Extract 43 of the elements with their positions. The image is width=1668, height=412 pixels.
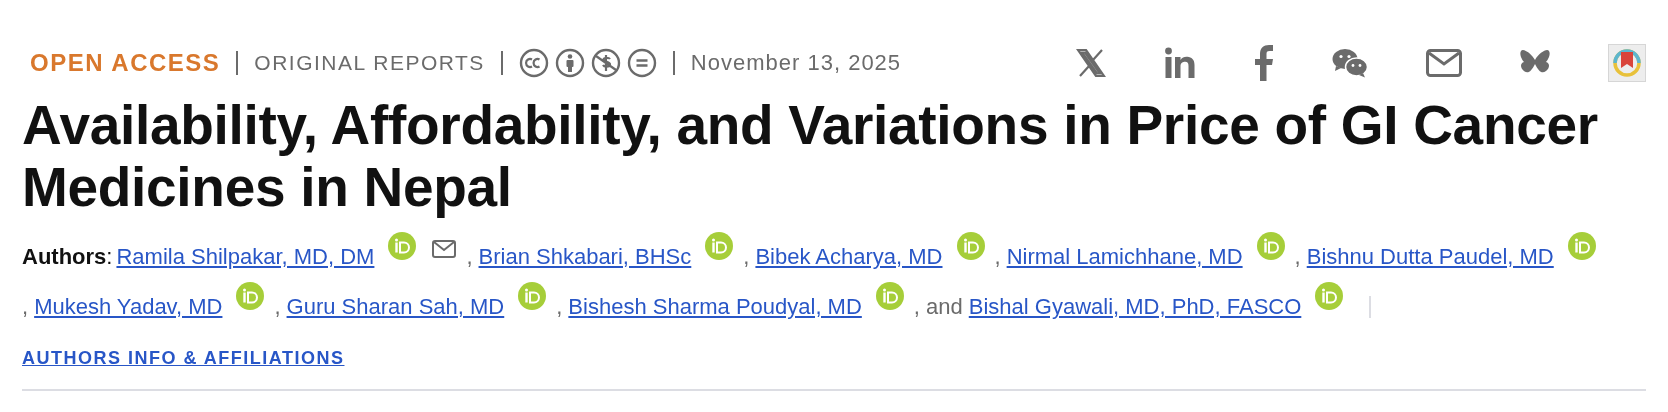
authors-label: Authors: <box>22 244 113 269</box>
envelope-icon[interactable] <box>1426 49 1462 77</box>
orcid-icon[interactable] <box>236 282 265 310</box>
author-link[interactable]: Nirmal Lamichhane, MD <box>1006 244 1243 269</box>
orcid-icon[interactable] <box>956 232 985 260</box>
facebook-icon[interactable] <box>1254 45 1274 81</box>
orcid-icon[interactable] <box>1567 232 1596 260</box>
author-separator: , and <box>913 294 963 319</box>
open-access-label: OPEN ACCESS <box>30 49 221 77</box>
article-title: Availability, Affordability, and Variations in Price of GI Cancer Medicines in Nepal <box>22 94 1599 218</box>
orcid-icon[interactable] <box>705 232 734 260</box>
orcid-icon[interactable] <box>875 282 904 310</box>
author-separator: , <box>743 244 750 269</box>
author-separator: , <box>22 294 29 319</box>
equals-icon <box>626 48 657 78</box>
author-separator: , <box>274 294 281 319</box>
author-link[interactable]: Ramila Shilpakar, MD, DM <box>116 244 375 269</box>
author-link[interactable]: Brian Shkabari, BHSc <box>478 244 692 269</box>
section-label: ORIGINAL REPORTS <box>254 51 485 75</box>
orcid-icon[interactable] <box>388 232 417 260</box>
author-link[interactable]: Guru Sharan Sah, MD <box>286 294 505 319</box>
envelope-icon[interactable] <box>432 240 457 258</box>
author-separator: , <box>994 244 1001 269</box>
orcid-icon[interactable] <box>518 282 547 310</box>
orcid-icon[interactable] <box>1315 282 1344 310</box>
author-link[interactable]: Bibek Acharya, MD <box>755 244 943 269</box>
author-link[interactable]: Bishnu Dutta Paudel, MD <box>1306 244 1554 269</box>
author-link[interactable]: Mukesh Yadav, MD <box>34 294 223 319</box>
author-separator: , <box>556 294 563 319</box>
orcid-icon[interactable] <box>1256 232 1285 260</box>
chat-bubbles-icon[interactable] <box>1332 48 1368 78</box>
author-separator: , <box>1294 244 1301 269</box>
linkedin-icon[interactable] <box>1164 47 1196 79</box>
person-icon <box>554 48 585 78</box>
x-logo-icon[interactable] <box>1076 49 1106 77</box>
author-link[interactable]: Bishesh Sharma Poudyal, MD <box>568 294 862 319</box>
bookmark-app-icon[interactable] <box>1608 44 1646 82</box>
publication-date: November 13, 2025 <box>690 50 902 76</box>
author-separator: , <box>466 244 473 269</box>
authors-info-link[interactable]: AUTHORS INFO & AFFILIATIONS <box>22 348 345 368</box>
author-link[interactable]: Bishal Gyawali, MD, PhD, FASCO <box>968 294 1302 319</box>
creative-commons-icon <box>518 48 549 78</box>
no-dollar-icon <box>590 48 621 78</box>
